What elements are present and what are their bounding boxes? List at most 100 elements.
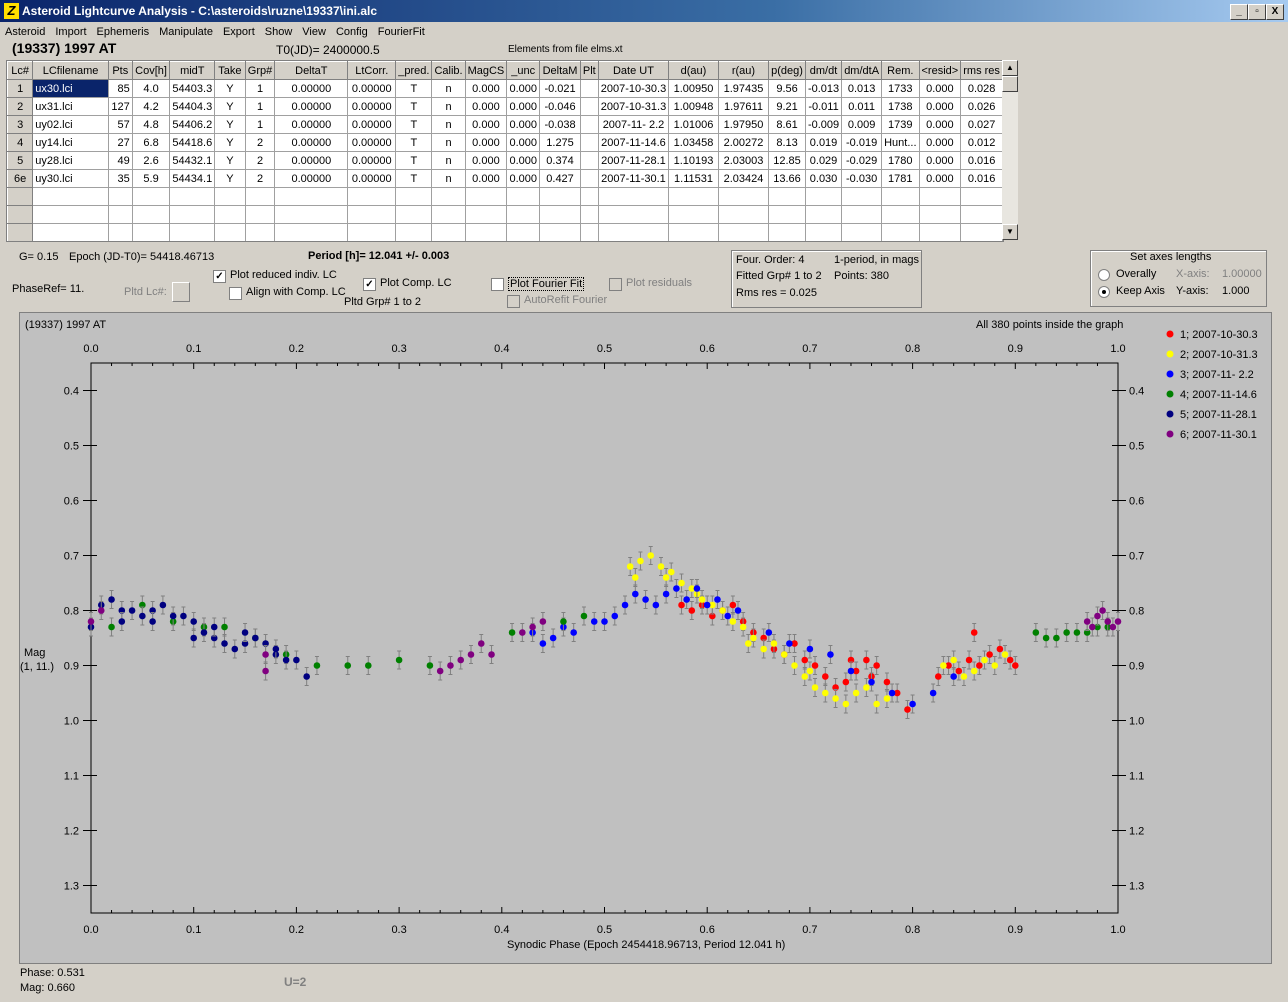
column-header[interactable]: DeltaM: [539, 61, 581, 80]
table-cell[interactable]: [395, 205, 433, 224]
table-cell[interactable]: [579, 97, 599, 116]
lightcurve-graph[interactable]: 0.0 0.0 0.1 0.1 0.2 0.2 0.3 0.3 0.4 0.4 0.5 0.5 0.6 0…: [19, 312, 1272, 964]
menu-show[interactable]: Show: [260, 24, 298, 40]
table-cell[interactable]: 35: [107, 169, 133, 188]
table-cell[interactable]: -0.013: [804, 79, 843, 98]
column-header[interactable]: Rem.: [881, 61, 920, 80]
table-cell[interactable]: -0.030: [841, 169, 883, 188]
table-cell[interactable]: [107, 187, 133, 206]
table-cell[interactable]: n: [431, 151, 466, 170]
table-cell[interactable]: [717, 187, 770, 206]
table-cell[interactable]: 1: [244, 115, 276, 134]
table-cell[interactable]: 1739: [881, 115, 920, 134]
menu-fourierfit[interactable]: FourierFit: [373, 24, 430, 40]
table-cell[interactable]: 0.009: [841, 115, 883, 134]
plot-reduced-checkbox[interactable]: ✓: [213, 270, 226, 283]
lightcurve-plot[interactable]: 0.0 0.0 0.1 0.1 0.2 0.2 0.3 0.3 0.4 0.4 0.5 0.5 0.6 0…: [20, 313, 1271, 963]
column-header[interactable]: Take: [214, 61, 246, 80]
table-cell[interactable]: -0.009: [804, 115, 843, 134]
table-cell[interactable]: 0.012: [960, 133, 1003, 152]
table-cell[interactable]: 49: [107, 151, 133, 170]
column-header[interactable]: LCfilename: [32, 61, 109, 80]
table-cell[interactable]: 0.427: [539, 169, 581, 188]
table-cell[interactable]: [464, 187, 508, 206]
table-cell[interactable]: 6.8: [131, 133, 171, 152]
table-cell[interactable]: 0.000: [918, 151, 962, 170]
menu-ephemeris[interactable]: Ephemeris: [92, 24, 155, 40]
column-header[interactable]: LtCorr.: [347, 61, 397, 80]
table-cell[interactable]: [506, 187, 541, 206]
table-cell[interactable]: [579, 205, 599, 224]
table-cell[interactable]: [960, 205, 1003, 224]
table-cell[interactable]: 2: [244, 151, 276, 170]
plot-residuals-checkbox[interactable]: [609, 278, 622, 291]
menu-manipulate[interactable]: Manipulate: [154, 24, 218, 40]
table-cell[interactable]: [244, 187, 276, 206]
scroll-down-icon[interactable]: ▼: [1002, 224, 1018, 240]
table-cell[interactable]: 1.97950: [717, 115, 770, 134]
table-cell[interactable]: [107, 205, 133, 224]
table-cell[interactable]: [539, 205, 581, 224]
table-cell[interactable]: 1: [244, 79, 276, 98]
table-cell[interactable]: 1.97611: [717, 97, 770, 116]
table-cell[interactable]: T: [395, 169, 433, 188]
table-cell[interactable]: 4.0: [131, 79, 171, 98]
table-cell[interactable]: 2007-11-14.6: [597, 133, 670, 152]
table-cell[interactable]: 0.000: [464, 151, 508, 170]
table-cell[interactable]: 0.016: [960, 169, 1003, 188]
table-cell[interactable]: 27: [107, 133, 133, 152]
table-cell[interactable]: [597, 205, 670, 224]
menu-config[interactable]: Config: [331, 24, 373, 40]
table-cell[interactable]: [32, 223, 109, 241]
keep-axis-radio[interactable]: [1098, 286, 1110, 298]
table-cell[interactable]: T: [395, 79, 433, 98]
plot-fourier-checkbox[interactable]: [491, 278, 504, 291]
table-cell[interactable]: uy14.lci: [32, 133, 109, 152]
table-cell[interactable]: n: [431, 115, 466, 134]
table-row[interactable]: 2 ux31.lci 127 4.2 54404.3 Y 1 0.00000 0.00000 Tn…: [7, 97, 1003, 116]
table-cell[interactable]: 2007-11-28.1: [597, 151, 670, 170]
table-cell[interactable]: [395, 187, 433, 206]
table-cell[interactable]: 8.13: [768, 133, 806, 152]
table-cell[interactable]: 0.027: [960, 115, 1003, 134]
table-cell[interactable]: 1.00948: [668, 97, 719, 116]
menu-view[interactable]: View: [297, 24, 331, 40]
table-cell[interactable]: T: [395, 115, 433, 134]
table-cell[interactable]: [597, 223, 670, 241]
column-header[interactable]: rms res: [960, 61, 1003, 80]
column-header[interactable]: Grp#: [244, 61, 276, 80]
table-cell[interactable]: n: [431, 133, 466, 152]
table-cell[interactable]: [347, 223, 397, 241]
table-cell[interactable]: Y: [214, 133, 246, 152]
column-header[interactable]: Calib.: [431, 61, 466, 80]
table-cell[interactable]: [960, 223, 1003, 241]
table-cell[interactable]: [169, 223, 216, 241]
table-cell[interactable]: [668, 187, 719, 206]
table-cell[interactable]: Y: [214, 97, 246, 116]
table-cell[interactable]: [881, 205, 920, 224]
table-cell[interactable]: [7, 223, 34, 241]
table-cell[interactable]: 2007-11-30.1: [597, 169, 670, 188]
scroll-thumb[interactable]: [1002, 76, 1018, 92]
table-cell[interactable]: 13.66: [768, 169, 806, 188]
table-row[interactable]: 1 ux30.lci 85 4.0 54403.3 Y 1 0.00000 0.00000 Tn 0…: [7, 79, 1003, 98]
table-cell[interactable]: [431, 205, 466, 224]
column-header[interactable]: dm/dt: [804, 61, 843, 80]
column-header[interactable]: Pts: [107, 61, 133, 80]
table-cell[interactable]: -0.021: [539, 79, 581, 98]
table-cell[interactable]: 0.000: [464, 169, 508, 188]
table-cell[interactable]: 0.000: [464, 79, 508, 98]
table-cell[interactable]: [717, 223, 770, 241]
table-cell[interactable]: [579, 115, 599, 134]
align-comp-checkbox[interactable]: [229, 287, 242, 300]
table-cell[interactable]: uy28.lci: [32, 151, 109, 170]
table-cell[interactable]: 1.00950: [668, 79, 719, 98]
table-cell[interactable]: 54432.1: [169, 151, 216, 170]
table-cell[interactable]: 1780: [881, 151, 920, 170]
table-row[interactable]: 3 uy02.lci 57 4.8 54406.2 Y 1 0.00000 0.00000 Tn 0…: [7, 115, 1003, 134]
table-cell[interactable]: 1733: [881, 79, 920, 98]
table-cell[interactable]: [668, 205, 719, 224]
table-cell[interactable]: 2.00272: [717, 133, 770, 152]
table-cell[interactable]: [881, 187, 920, 206]
table-cell[interactable]: [841, 205, 883, 224]
